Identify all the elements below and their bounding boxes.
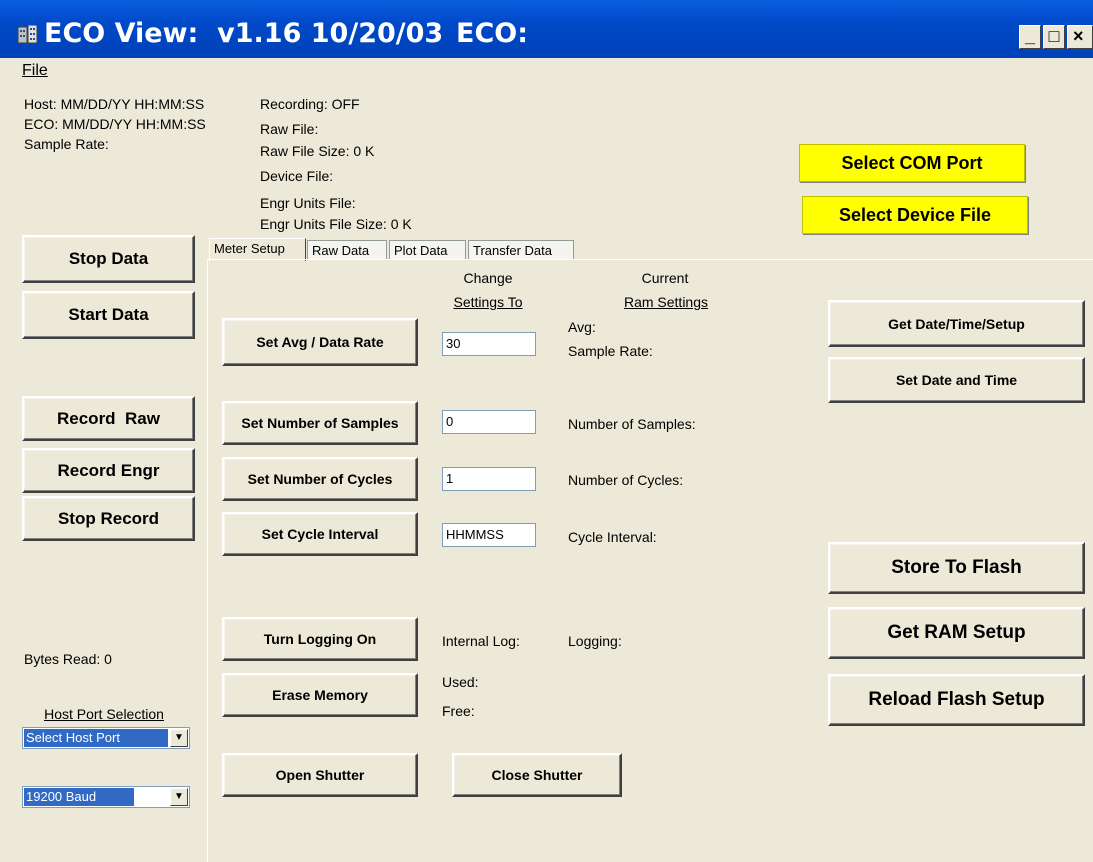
host-port-selection-label: Host Port Selection — [44, 706, 164, 722]
logging-label: Logging: — [568, 633, 622, 649]
baud-rate-value: 19200 Baud — [24, 788, 134, 806]
stop-data-button[interactable]: Stop Data — [22, 235, 195, 283]
bytes-read-label: Bytes Read: 0 — [24, 651, 112, 667]
settings-to-header: Settings To — [453, 294, 523, 310]
sample-rate-status: Sample Rate: — [24, 136, 109, 152]
set-number-of-cycles-button[interactable]: Set Number of Cycles — [222, 457, 418, 501]
chevron-down-icon[interactable]: ▼ — [170, 788, 188, 806]
avg-input[interactable]: 30 — [442, 332, 536, 356]
current-header: Current — [641, 270, 689, 286]
title-bar[interactable]: ECO View: v1.16 10/20/03 ECO: _ □ × — [0, 0, 1093, 58]
stop-record-button[interactable]: Stop Record — [22, 496, 195, 541]
cycle-interval-label: Cycle Interval: — [568, 529, 657, 545]
select-com-port-button[interactable]: Select COM Port — [799, 144, 1025, 182]
close-button[interactable]: × — [1067, 25, 1093, 49]
erase-memory-button[interactable]: Erase Memory — [222, 673, 418, 717]
device-file-label: Device File: — [260, 168, 334, 184]
raw-file-label: Raw File: — [260, 121, 319, 137]
internal-log-label: Internal Log: — [442, 633, 520, 649]
turn-logging-on-button[interactable]: Turn Logging On — [222, 617, 418, 661]
start-data-button[interactable]: Start Data — [22, 291, 195, 339]
set-avg-data-rate-button[interactable]: Set Avg / Data Rate — [222, 318, 418, 366]
number-of-samples-label: Number of Samples: — [568, 416, 696, 432]
baud-rate-select[interactable]: 19200 Baud ▼ — [22, 786, 190, 808]
avg-label: Avg: — [568, 319, 596, 335]
change-header: Change — [463, 270, 513, 286]
minimize-button[interactable]: _ — [1019, 25, 1041, 49]
host-port-value: Select Host Port — [24, 729, 168, 747]
window-title-eco: ECO: — [456, 18, 529, 49]
building-icon — [18, 25, 38, 43]
raw-file-size-label: Raw File Size: 0 K — [260, 143, 375, 159]
engr-units-file-size-label: Engr Units File Size: 0 K — [260, 216, 412, 232]
host-time-label: Host: MM/DD/YY HH:MM:SS — [24, 96, 205, 112]
close-shutter-button[interactable]: Close Shutter — [452, 753, 622, 797]
open-shutter-button[interactable]: Open Shutter — [222, 753, 418, 797]
maximize-button[interactable]: □ — [1043, 25, 1065, 49]
cycle-interval-input[interactable]: HHMMSS — [442, 523, 536, 547]
store-to-flash-button[interactable]: Store To Flash — [828, 542, 1085, 594]
record-engr-button[interactable]: Record Engr — [22, 448, 195, 493]
eco-time-label: ECO: MM/DD/YY HH:MM:SS — [24, 116, 206, 132]
set-cycle-interval-button[interactable]: Set Cycle Interval — [222, 512, 418, 556]
used-label: Used: — [442, 674, 479, 690]
tab-raw-data[interactable]: Raw Data — [307, 240, 387, 260]
select-device-file-button[interactable]: Select Device File — [802, 196, 1028, 234]
tab-transfer-data[interactable]: Transfer Data — [468, 240, 574, 260]
engr-units-file-label: Engr Units File: — [260, 195, 356, 211]
samples-input[interactable]: 0 — [442, 410, 536, 434]
get-date-time-setup-button[interactable]: Get Date/Time/Setup — [828, 300, 1085, 347]
record-raw-button[interactable]: Record Raw — [22, 396, 195, 441]
menu-file-label: File — [22, 62, 48, 79]
number-of-cycles-label: Number of Cycles: — [568, 472, 684, 488]
tab-meter-setup[interactable]: Meter Setup — [209, 238, 306, 261]
reload-flash-setup-button[interactable]: Reload Flash Setup — [828, 674, 1085, 726]
ram-settings-header: Ram Settings — [623, 294, 709, 310]
cycles-input[interactable]: 1 — [442, 467, 536, 491]
recording-status: Recording: OFF — [260, 96, 360, 112]
chevron-down-icon[interactable]: ▼ — [170, 729, 188, 747]
eco-view-window: ECO View: v1.16 10/20/03 ECO: _ □ × File… — [0, 0, 1093, 862]
get-ram-setup-button[interactable]: Get RAM Setup — [828, 607, 1085, 659]
sample-rate-label: Sample Rate: — [568, 343, 653, 359]
free-label: Free: — [442, 703, 475, 719]
set-number-of-samples-button[interactable]: Set Number of Samples — [222, 401, 418, 445]
window-title: ECO View: v1.16 10/20/03 — [44, 18, 444, 49]
set-date-and-time-button[interactable]: Set Date and Time — [828, 357, 1085, 403]
host-port-select[interactable]: Select Host Port ▼ — [22, 727, 190, 749]
tab-plot-data[interactable]: Plot Data — [389, 240, 466, 260]
menu-file[interactable]: File — [22, 62, 48, 80]
